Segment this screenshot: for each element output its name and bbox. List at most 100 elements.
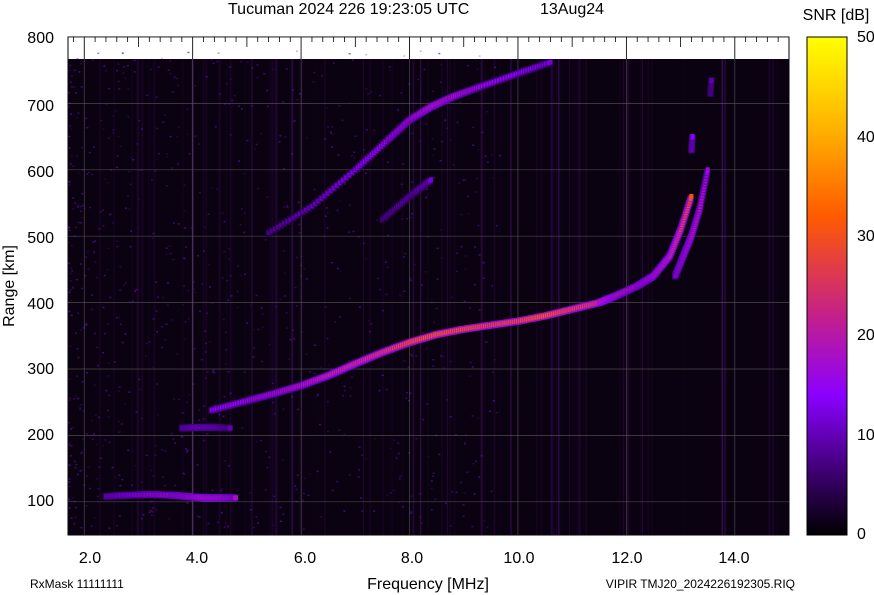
noise-speck [255, 440, 258, 443]
noise-streak [559, 59, 561, 535]
noise-speck [233, 397, 236, 399]
chart-date: 13Aug24 [540, 1, 604, 18]
noise-speck [320, 516, 323, 518]
noise-speck [343, 385, 346, 388]
noise-speck [410, 181, 413, 183]
noise-streak [768, 59, 770, 535]
noise-speck [491, 371, 494, 373]
noise-speck [296, 474, 299, 476]
noise-speck [122, 284, 125, 287]
noise-speck [233, 94, 236, 97]
noise-speck [352, 230, 355, 233]
noise-speck [385, 293, 388, 296]
noise-speck [73, 69, 76, 71]
noise-speck [176, 353, 179, 355]
noise-speck [395, 457, 398, 459]
noise-speck [165, 253, 168, 256]
noise-speck [105, 103, 108, 106]
noise-speck [75, 155, 78, 157]
colorbar-tick-label: 0 [857, 526, 866, 543]
noise-speck [169, 135, 172, 138]
noise-speck [129, 183, 132, 185]
noise-speck [440, 140, 443, 143]
noise-speck [249, 492, 251, 494]
noise-streak [98, 59, 101, 535]
noise-speck [456, 121, 459, 124]
noise-speck [358, 469, 361, 471]
noise-speck [70, 245, 73, 247]
noise-speck [70, 428, 73, 430]
noise-streak [412, 59, 415, 535]
noise-speck [138, 119, 141, 122]
noise-speck [102, 209, 104, 211]
noise-speck [446, 399, 449, 401]
noise-speck [307, 494, 310, 497]
noise-speck [161, 449, 164, 451]
noise-speck [343, 510, 346, 512]
noise-speck [266, 196, 269, 198]
noise-speck [285, 312, 288, 314]
noise-speck [207, 522, 210, 525]
noise-speck [145, 354, 147, 357]
noise-speck [332, 62, 335, 64]
noise-speck [403, 256, 406, 258]
noise-speck [152, 366, 155, 369]
noise-speck [68, 69, 71, 72]
noise-speck [334, 321, 337, 323]
noise-speck [94, 517, 97, 519]
noise-speck [286, 327, 289, 329]
noise-speck [136, 143, 138, 145]
noise-speck [73, 460, 76, 463]
noise-speck [85, 256, 88, 258]
noise-speck [206, 312, 209, 314]
noise-speck [337, 154, 340, 156]
noise-speck [424, 271, 427, 273]
noise-speck [238, 105, 240, 107]
noise-speck [260, 132, 263, 135]
noise-speck [490, 490, 493, 493]
noise-speck [279, 298, 282, 301]
noise-speck [341, 395, 344, 397]
noise-speck [127, 88, 130, 90]
noise-speck [160, 57, 163, 60]
noise-speck [68, 291, 71, 294]
noise-speck [226, 525, 229, 528]
noise-speck [184, 321, 187, 323]
noise-speck [236, 489, 239, 492]
noise-streak [640, 59, 642, 535]
colorbar-tick-label: 10 [857, 427, 874, 444]
noise-speck [298, 232, 301, 234]
noise-speck [315, 395, 318, 398]
noise-speck [264, 489, 267, 491]
noise-speck [402, 506, 404, 508]
noise-speck [168, 245, 171, 248]
noise-speck [291, 396, 293, 398]
noise-speck [118, 316, 121, 318]
noise-speck [282, 408, 285, 410]
noise-speck [252, 526, 255, 529]
noise-speck [386, 161, 389, 163]
noise-speck [114, 476, 117, 479]
noise-speck [460, 481, 462, 484]
noise-speck [174, 442, 177, 444]
noise-speck [301, 331, 304, 334]
noise-speck [107, 137, 110, 139]
noise-speck [107, 362, 110, 364]
noise-speck [272, 524, 275, 527]
noise-speck [491, 177, 494, 179]
noise-speck [105, 389, 108, 392]
noise-speck [349, 297, 351, 300]
noise-speck [357, 476, 360, 478]
noise-speck [251, 105, 254, 107]
noise-speck [172, 258, 175, 261]
noise-speck [201, 283, 204, 285]
noise-speck [166, 304, 169, 307]
noise-speck [115, 110, 118, 112]
noise-speck [349, 395, 352, 397]
noise-speck [106, 181, 109, 184]
noise-speck [292, 120, 295, 123]
x-tick-label: 2.0 [79, 550, 101, 567]
noise-speck [85, 323, 88, 326]
noise-speck [360, 454, 363, 456]
noise-speck [114, 361, 116, 363]
